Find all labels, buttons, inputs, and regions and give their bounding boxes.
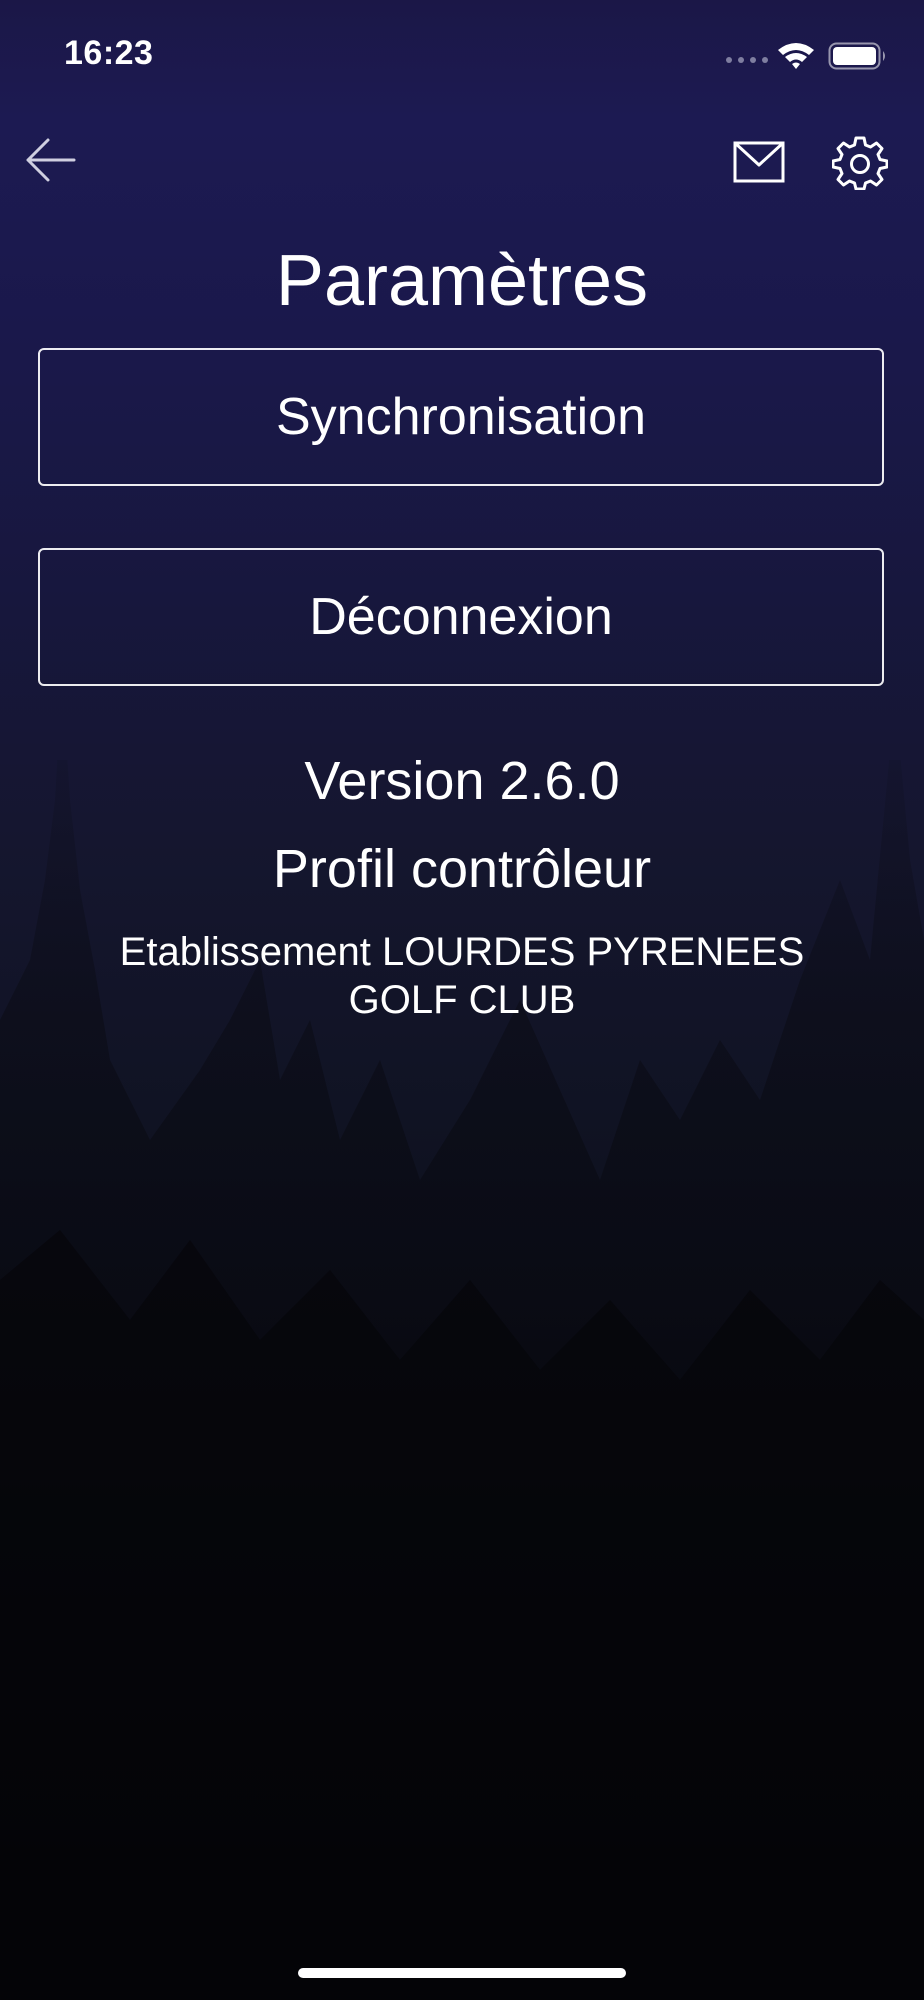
logout-button[interactable]: Déconnexion xyxy=(38,548,884,686)
battery-icon xyxy=(828,42,885,70)
page-title: Paramètres xyxy=(275,241,649,321)
status-time: 16:23 xyxy=(64,34,154,72)
status-bar: 16:23 xyxy=(0,0,924,110)
establishment-name: Etablissement LOURDES PYRENEES GOLF CLUB xyxy=(119,930,805,1022)
cellular-signal-icon xyxy=(726,57,768,63)
wifi-icon xyxy=(778,43,814,69)
envelope-icon[interactable] xyxy=(732,138,786,186)
user-profile: Profil contrôleur xyxy=(272,839,652,899)
gear-icon[interactable] xyxy=(832,134,888,190)
back-arrow-icon[interactable] xyxy=(22,132,78,188)
app-version: Version 2.6.0 xyxy=(304,751,620,811)
synchronisation-button[interactable]: Synchronisation xyxy=(38,348,884,486)
home-indicator[interactable] xyxy=(298,1968,626,1978)
